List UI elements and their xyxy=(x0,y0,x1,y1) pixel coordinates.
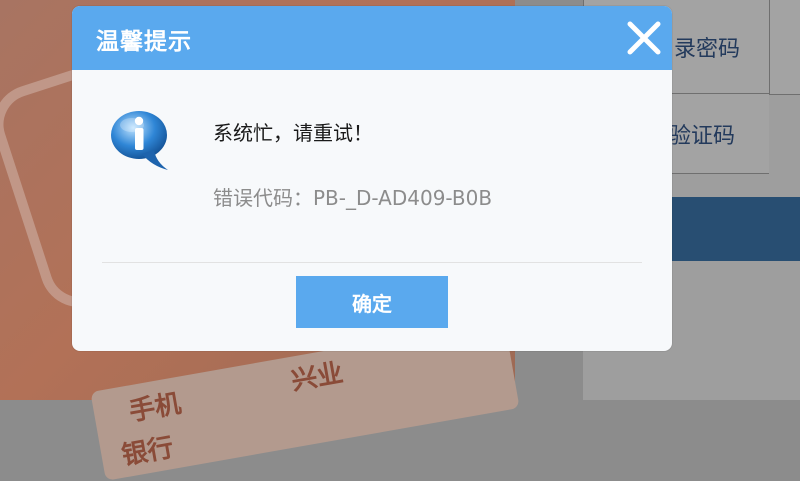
dialog-divider xyxy=(102,262,642,263)
background-ticket-text: 银行 xyxy=(119,432,176,472)
confirm-button[interactable]: 确定 xyxy=(296,276,448,328)
background-ticket-text: 兴业 xyxy=(289,358,346,397)
error-code-text: 错误代码：PB-_D-AD409-B0B xyxy=(213,186,493,210)
close-icon[interactable] xyxy=(626,20,662,56)
background-tab-label: 验证码 xyxy=(669,123,736,149)
dialog-body: 系统忙，请重试！ 错误代码：PB-_D-AD409-B0B 确定 xyxy=(72,70,672,330)
background-tab-label: 录密码 xyxy=(674,36,741,62)
dialog-message: 系统忙，请重试！ xyxy=(213,121,373,145)
dialog-header: 温馨提示 xyxy=(72,6,672,70)
dialog-title: 温馨提示 xyxy=(96,29,192,55)
info-speech-bubble-icon xyxy=(108,106,178,176)
background-tab xyxy=(769,0,800,95)
alert-dialog: 温馨提示 系统忙，请重试！ 错误代码：PB-_D-AD409-B0B 确定 xyxy=(72,6,672,351)
background-ticket-text: 手机 xyxy=(126,388,184,428)
